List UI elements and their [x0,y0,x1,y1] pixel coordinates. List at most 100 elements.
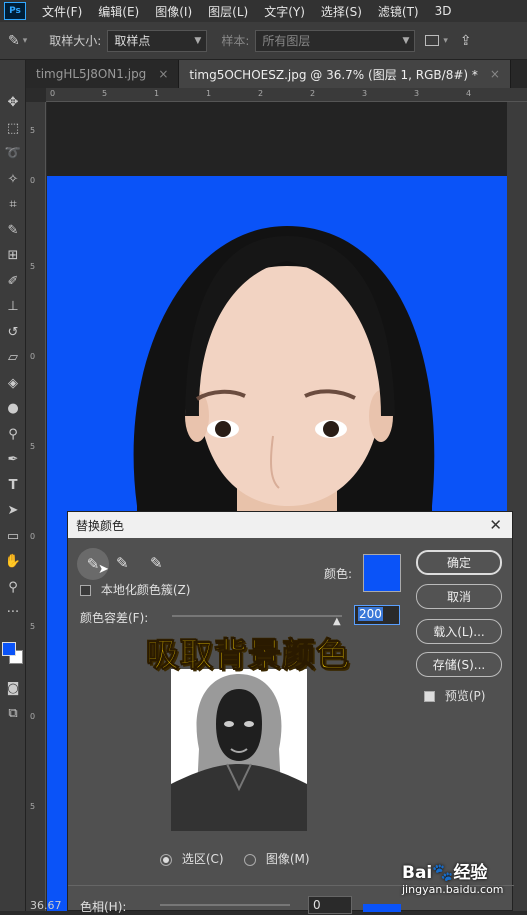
ruler-tick-label: 5 [30,126,36,135]
photoshop-logo: Ps [4,2,26,20]
hue-slider[interactable] [160,904,290,906]
zoom-tool-icon[interactable]: ⚲ [0,575,26,601]
image-radio-label: 图像(M) [265,852,310,866]
ruler-tick-label: 5 [102,89,108,98]
path-selection-tool-icon[interactable]: ➤ [0,498,26,524]
ruler-tick-label: 0 [30,176,36,185]
chevron-down-icon[interactable]: ▾ [23,36,28,46]
selection-radio[interactable] [160,853,172,866]
share-icon[interactable]: ⇪ [460,33,472,49]
ruler-tick-label: 2 [258,89,264,98]
move-tool-icon[interactable]: ✥ [0,90,26,116]
history-brush-tool-icon[interactable]: ↺ [0,320,26,346]
foreground-color-swatch[interactable] [2,641,16,656]
sample-select[interactable]: 所有图层 ▼ [255,29,416,52]
lasso-tool-icon[interactable]: ➰ [0,141,26,167]
ruler-tick-label: 3 [362,89,368,98]
dodge-tool-icon[interactable]: ⚲ [0,422,26,448]
menu-layer[interactable]: 图层(L) [200,3,256,20]
eyedropper-minus-icon[interactable]: ✎ [150,554,163,572]
type-tool-icon[interactable]: T [0,473,26,499]
ruler-vertical: 5 0 5 0 5 0 5 0 5 [26,102,46,911]
hue-label: 色相(H): [80,900,127,914]
pen-tool-icon[interactable]: ✒ [0,447,26,473]
stamp-tool-icon[interactable]: ⊥ [0,294,26,320]
tolerance-label: 颜色容差(F): [80,611,149,625]
blur-tool-icon[interactable]: ● [0,396,26,422]
close-icon[interactable]: × [490,67,500,81]
magic-wand-tool-icon[interactable]: ✧ [0,167,26,193]
image-radio-option[interactable]: 图像(M) [244,850,310,867]
tolerance-input[interactable]: 200 [354,605,400,625]
save-button[interactable]: 存储(S)... [416,652,502,677]
tolerance-slider[interactable] [172,615,342,617]
ok-button[interactable]: 确定 [416,550,502,575]
load-button[interactable]: 载入(L)... [416,619,502,644]
preview-option[interactable]: 预览(P) [424,687,485,704]
menu-type[interactable]: 文字(Y) [256,3,313,20]
color-label: 颜色: [324,567,353,581]
ruler-tick-label: 0 [30,352,36,361]
menu-image[interactable]: 图像(I) [147,3,200,20]
video-caption: 吸取背景颜色 [146,635,350,675]
dialog-title: 替换颜色 [76,518,125,533]
panel-toggle-icon[interactable] [425,35,440,46]
eraser-tool-icon[interactable]: ▱ [0,345,26,371]
rectangle-tool-icon[interactable]: ▭ [0,524,26,550]
ruler-tick-label: 4 [466,89,472,98]
selection-radio-option[interactable]: 选区(C) [160,850,224,867]
marquee-tool-icon[interactable]: ⬚ [0,116,26,142]
sample-size-value: 取样点 [114,34,151,48]
hue-input[interactable]: 0 [308,896,352,914]
dialog-titlebar[interactable]: 替换颜色 ✕ [68,512,512,538]
preview-checkbox[interactable] [424,691,435,702]
preview-label: 预览(P) [444,689,486,703]
ruler-tick-label: 3 [414,89,420,98]
eyedropper-tool-icon[interactable]: ✎ [0,218,26,244]
menu-bar: Ps 文件(F) 编辑(E) 图像(I) 图层(L) 文字(Y) 选择(S) 滤… [0,0,527,22]
cancel-button[interactable]: 取消 [416,584,502,609]
tools-panel: ✥ ⬚ ➰ ✧ ⌗ ✎ ⊞ ✐ ⊥ ↺ ▱ ◈ ● ⚲ ✒ T ➤ ▭ ✋ ⚲ … [0,60,26,911]
tab-document-2[interactable]: timg5OCHOESZ.jpg @ 36.7% (图层 1, RGB/8#) … [179,60,511,88]
quick-mask-icon[interactable]: ◙ [0,676,26,702]
zoom-readout: 36.67 [30,899,62,912]
ruler-tick-label: 5 [30,262,36,271]
color-swatch[interactable] [363,554,401,592]
chevron-down-icon[interactable]: ▾ [443,36,448,46]
selection-preview [171,669,307,831]
image-radio[interactable] [244,853,256,866]
slider-handle-icon[interactable]: ▲ [333,616,341,627]
close-icon[interactable]: ✕ [489,516,502,534]
ruler-tick-label: 0 [50,89,56,98]
crop-tool-icon[interactable]: ⌗ [0,192,26,218]
localized-clusters-option[interactable]: 本地化颜色簇(Z) [80,581,190,598]
watermark-url: jingyan.baidu.com [402,883,504,896]
sample-size-select[interactable]: 取样点 ▼ [107,29,208,52]
tolerance-value: 200 [358,607,383,621]
ruler-horizontal: 0 5 1 1 2 2 3 3 4 [46,88,527,102]
eyedropper-plus-icon[interactable]: ✎ [116,554,129,572]
ruler-tick-label: 5 [30,442,36,451]
sample-size-label: 取样大小: [49,34,102,48]
localized-clusters-checkbox[interactable] [80,585,91,596]
menu-3d[interactable]: 3D [427,4,460,18]
ruler-tick-label: 5 [30,802,36,811]
hand-tool-icon[interactable]: ✋ [0,549,26,575]
brush-tool-icon[interactable]: ✐ [0,269,26,295]
eyedropper-tool-icon[interactable]: ✎ [8,33,20,49]
menu-filter[interactable]: 滤镜(T) [370,3,427,20]
menu-edit[interactable]: 编辑(E) [90,3,147,20]
menu-select[interactable]: 选择(S) [313,3,370,20]
healing-brush-tool-icon[interactable]: ⊞ [0,243,26,269]
watermark-brand-suffix: 经验 [453,863,488,883]
sample-value: 所有图层 [262,34,311,48]
baidu-watermark: Bai🐾经验 jingyan.baidu.com [402,858,504,896]
close-icon[interactable]: × [158,67,168,81]
screen-mode-icon[interactable]: ⧉ [0,701,26,727]
tab-label: timg5OCHOESZ.jpg @ 36.7% (图层 1, RGB/8#) … [189,67,478,82]
more-tools-icon[interactable]: ··· [0,600,26,626]
tab-document-1[interactable]: timgHL5J8ON1.jpg × [26,60,180,88]
paint-bucket-tool-icon[interactable]: ◈ [0,371,26,397]
ruler-tick-label: 2 [310,89,316,98]
menu-file[interactable]: 文件(F) [34,3,90,20]
